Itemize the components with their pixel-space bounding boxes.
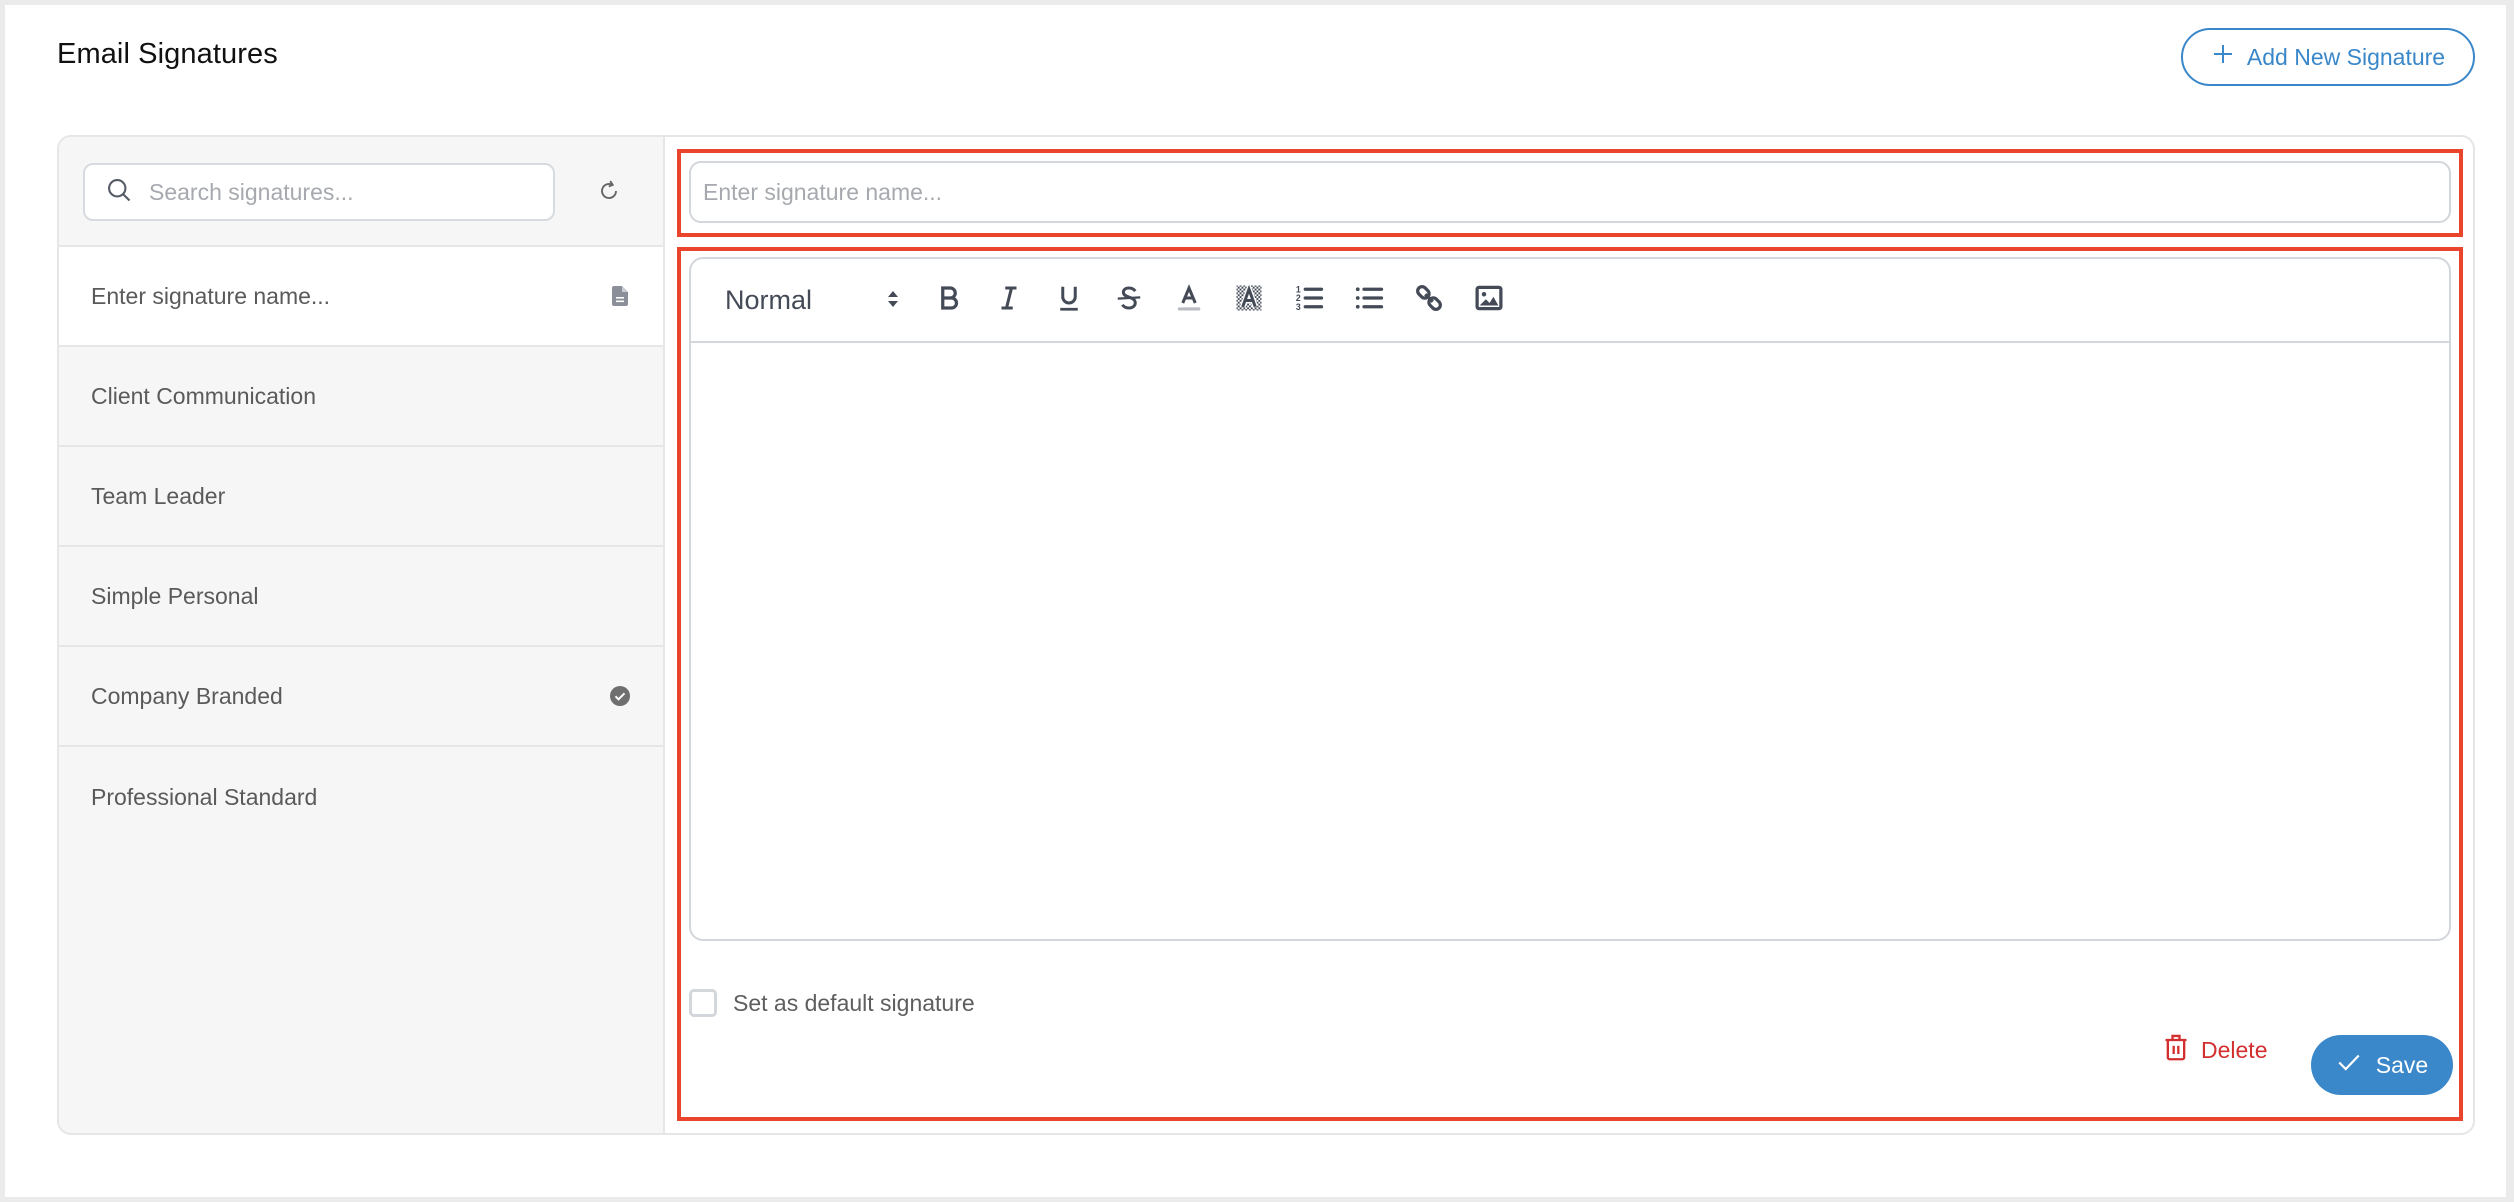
select-arrows-icon <box>887 285 899 316</box>
add-new-signature-label: Add New Signature <box>2246 43 2446 70</box>
strikethrough-icon <box>1114 283 1144 318</box>
signature-list-item[interactable]: Team Leader <box>59 447 663 547</box>
editor-content-area[interactable] <box>691 343 2449 939</box>
editor-toolbar: Normal 1 2 3 <box>691 259 2449 343</box>
page-title: Email Signatures <box>57 38 278 70</box>
signature-name-input[interactable] <box>689 161 2451 223</box>
format-select[interactable]: Normal <box>725 285 905 316</box>
page-frame: Email Signatures Add New Signature Searc… <box>0 0 2514 1202</box>
sidebar-header <box>59 137 663 247</box>
bullet-list-icon <box>1354 283 1384 318</box>
ordered-list-button[interactable]: 123 <box>1279 278 1339 322</box>
check-circle-icon <box>609 685 631 707</box>
add-new-signature-button[interactable]: Add New Signature <box>2181 28 2475 86</box>
default-signature-label: Set as default signature <box>733 989 975 1016</box>
checkmark-icon <box>2336 1049 2362 1081</box>
ordered-list-icon: 123 <box>1294 283 1324 318</box>
search-icon <box>105 176 133 209</box>
link-button[interactable] <box>1399 278 1459 322</box>
rich-text-editor: Normal 1 2 3 <box>689 257 2451 941</box>
default-signature-checkbox[interactable] <box>689 989 717 1017</box>
image-button[interactable] <box>1459 278 1519 322</box>
plus-icon <box>2211 42 2235 72</box>
signature-item-label: Client Communication <box>91 382 316 409</box>
signature-item-label: Company Branded <box>91 682 283 709</box>
underline-icon <box>1054 283 1084 318</box>
signature-sidebar: Enter signature name... Client Communica… <box>59 137 665 1133</box>
underline-button[interactable] <box>1039 278 1099 322</box>
format-select-value: Normal <box>725 284 813 315</box>
save-button[interactable]: Save <box>2311 1035 2453 1095</box>
link-icon <box>1414 283 1444 318</box>
trash-icon <box>2163 1033 2189 1067</box>
text-color-icon <box>1174 283 1204 318</box>
signature-list-item[interactable]: Company Branded <box>59 647 663 747</box>
default-signature-checkbox-row[interactable]: Set as default signature <box>689 989 975 1017</box>
delete-button[interactable]: Delete <box>2163 1033 2267 1067</box>
signature-item-label: Team Leader <box>91 482 226 509</box>
refresh-button[interactable] <box>593 177 625 209</box>
search-box[interactable] <box>83 163 555 221</box>
search-input[interactable] <box>149 178 529 206</box>
signature-item-label: Professional Standard <box>91 783 318 810</box>
signature-list-item[interactable]: Professional Standard <box>59 747 663 847</box>
background-color-button[interactable] <box>1219 278 1279 322</box>
bullet-list-button[interactable] <box>1339 278 1399 322</box>
save-label: Save <box>2375 1051 2429 1078</box>
bold-button[interactable] <box>919 278 979 322</box>
signature-list-item[interactable]: Simple Personal <box>59 547 663 647</box>
highlight-icon <box>1234 280 1264 318</box>
signatures-panel: Enter signature name... Client Communica… <box>57 135 2475 1135</box>
italic-button[interactable] <box>979 278 1039 322</box>
svg-text:3: 3 <box>1296 301 1301 311</box>
delete-label: Delete <box>2201 1036 2268 1063</box>
signature-item-label: Enter signature name... <box>91 282 331 309</box>
signature-item-label: Simple Personal <box>91 582 259 609</box>
strikethrough-button[interactable] <box>1099 278 1159 322</box>
signature-list-item[interactable]: Enter signature name... <box>59 247 663 347</box>
document-icon <box>609 285 631 307</box>
italic-icon <box>994 283 1024 318</box>
refresh-icon <box>595 177 623 210</box>
text-color-button[interactable] <box>1159 278 1219 322</box>
signature-list-item[interactable]: Client Communication <box>59 347 663 447</box>
bold-icon <box>934 283 964 318</box>
image-icon <box>1474 283 1504 318</box>
